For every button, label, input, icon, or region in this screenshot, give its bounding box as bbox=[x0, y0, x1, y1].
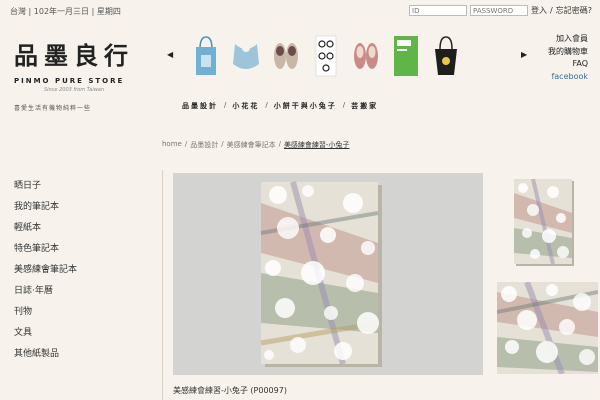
shoes-icon bbox=[354, 43, 378, 69]
logo-since: Since 2003 from Taiwan bbox=[43, 87, 105, 93]
black-bag-icon bbox=[435, 36, 457, 75]
nav-separator: / bbox=[224, 101, 227, 109]
divider bbox=[162, 170, 163, 400]
breadcrumb-design[interactable]: 品墨設計 bbox=[190, 140, 218, 150]
breadcrumb: home / 品墨設計 / 美感練會筆記本 / 美感練會練習-小兔子 bbox=[162, 140, 350, 150]
breadcrumb-current[interactable]: 美感練會練習-小兔子 bbox=[284, 140, 350, 150]
top-bar: 台灣 | 102年一月三日 | 星期四 登入 / 忘記密碼? bbox=[0, 0, 600, 22]
shoes-product[interactable] bbox=[350, 34, 382, 78]
breadcrumb-home[interactable]: home bbox=[162, 140, 182, 150]
bib-icon bbox=[233, 44, 259, 69]
sidebar-item-aesthetic-notebook[interactable]: 美感練會筆記本 bbox=[14, 260, 77, 281]
product-title: 美感練會練習-小兔子 (P00097) bbox=[173, 386, 287, 395]
date-display: 台灣 | 102年一月三日 | 星期四 bbox=[10, 7, 121, 16]
sidebar-item-diary-calendar[interactable]: 日誌·年曆 bbox=[14, 281, 77, 302]
sidebar-item-light-paper[interactable]: 輕紙本 bbox=[14, 218, 77, 239]
ring-stickers-product[interactable] bbox=[310, 34, 342, 78]
product-thumbnail-1[interactable] bbox=[497, 178, 591, 266]
id-input[interactable] bbox=[409, 5, 468, 16]
main-nav: 品墨設計 / 小花花 / 小餅干與小兔子 / 芸搬家 bbox=[182, 101, 378, 111]
green-notebook-icon bbox=[394, 36, 418, 76]
login-form: 登入 / 忘記密碼? bbox=[409, 5, 592, 16]
slippers-icon bbox=[274, 43, 298, 69]
forgot-password-link[interactable]: 忘記密碼? bbox=[556, 5, 592, 16]
password-input[interactable] bbox=[470, 5, 529, 16]
notebook-product[interactable] bbox=[390, 34, 422, 78]
breadcrumb-category[interactable]: 美感練會筆記本 bbox=[227, 140, 276, 150]
logo-name-zh: 品墨良行 bbox=[14, 41, 134, 70]
main-product-image[interactable] bbox=[173, 173, 483, 375]
nav-separator: / bbox=[265, 101, 268, 109]
product-thumbnail-2[interactable] bbox=[497, 282, 598, 374]
sidebar-item-my-notebook[interactable]: 我的筆記本 bbox=[14, 197, 77, 218]
sidebar-item-sun-days[interactable]: 晒日子 bbox=[14, 176, 77, 197]
slippers-product[interactable] bbox=[270, 34, 302, 78]
tote-bag-icon bbox=[196, 36, 216, 75]
join-member-link[interactable]: 加入會員 bbox=[548, 33, 588, 46]
nav-item-flowers[interactable]: 小花花 bbox=[232, 101, 259, 111]
bib-product[interactable] bbox=[230, 34, 262, 78]
sidebar-item-stationery[interactable]: 文具 bbox=[14, 323, 77, 344]
sidebar-item-publications[interactable]: 刊物 bbox=[14, 302, 77, 323]
black-bag-product[interactable] bbox=[430, 34, 462, 78]
logo-name-en: PINMO PURE STORE bbox=[14, 77, 125, 85]
product-carousel bbox=[190, 34, 462, 78]
shopping-cart-link[interactable]: 我的購物車 bbox=[548, 46, 588, 59]
nav-item-moving[interactable]: 芸搬家 bbox=[351, 101, 378, 111]
member-links: 加入會員 我的購物車 FAQ facebook bbox=[548, 33, 588, 83]
sidebar-item-special-notebook[interactable]: 特色筆記本 bbox=[14, 239, 77, 260]
tote-bag-product[interactable] bbox=[190, 34, 222, 78]
logo-tagline: 喜愛生活有機物純粹一些 bbox=[14, 105, 92, 112]
left-arrow-icon[interactable]: ◀ bbox=[167, 50, 173, 59]
nav-separator: / bbox=[342, 101, 346, 109]
category-sidebar: 晒日子 我的筆記本 輕紙本 特色筆記本 美感練會筆記本 日誌·年曆 刊物 文具 … bbox=[14, 176, 77, 365]
rings-icon bbox=[315, 35, 337, 77]
separator: / bbox=[550, 6, 553, 15]
sidebar-item-other-paper[interactable]: 其他紙製品 bbox=[14, 344, 77, 365]
facebook-link[interactable]: facebook bbox=[548, 71, 588, 84]
nav-item-design[interactable]: 品墨設計 bbox=[182, 101, 218, 111]
faq-link[interactable]: FAQ bbox=[548, 58, 589, 71]
nav-item-cookies-rabbit[interactable]: 小餅干與小兔子 bbox=[274, 101, 337, 111]
right-arrow-icon[interactable]: ▶ bbox=[521, 50, 527, 59]
logo[interactable]: 品墨良行 PINMO PURE STORE Since 2003 from Ta… bbox=[14, 36, 154, 112]
login-button[interactable]: 登入 bbox=[531, 5, 547, 16]
